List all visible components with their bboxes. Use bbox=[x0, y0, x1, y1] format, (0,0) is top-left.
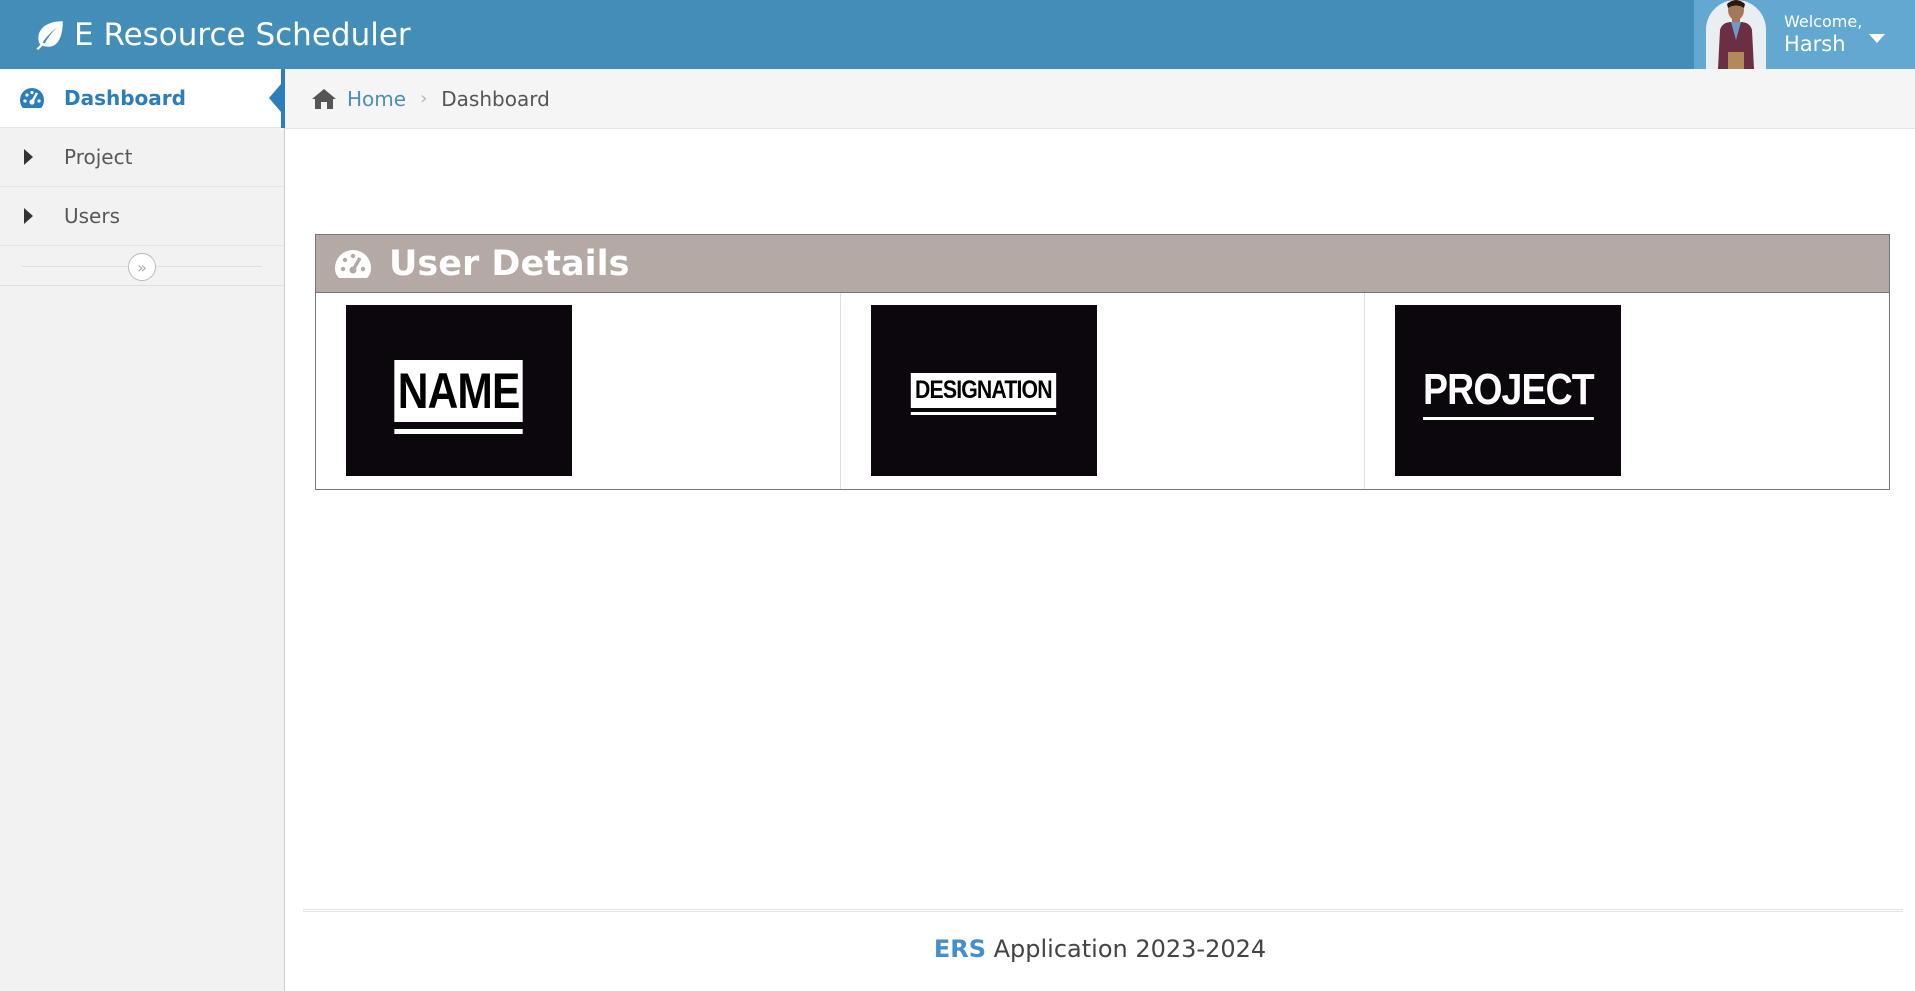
sidebar-item-label: Users bbox=[64, 204, 121, 228]
home-icon bbox=[312, 88, 336, 109]
tile-cell: PROJECT bbox=[1365, 293, 1889, 489]
sidebar-item-dashboard[interactable]: Dashboard bbox=[0, 69, 285, 128]
brand-link[interactable]: E Resource Scheduler bbox=[32, 0, 411, 69]
user-photo bbox=[1706, 0, 1766, 69]
sidebar-item-label: Dashboard bbox=[64, 86, 186, 110]
breadcrumb-current: Dashboard bbox=[441, 86, 550, 111]
tile-label: PROJECT bbox=[1422, 365, 1595, 420]
designation-tile[interactable]: DESIGNATION bbox=[870, 305, 1097, 476]
sidebar-item-project[interactable]: Project bbox=[0, 128, 284, 187]
widget-header: User Details bbox=[316, 235, 1889, 293]
project-tile[interactable]: PROJECT bbox=[1395, 305, 1622, 476]
widget-title: User Details bbox=[389, 243, 630, 284]
brand-title: E Resource Scheduler bbox=[74, 16, 411, 53]
user-name: Harsh bbox=[1784, 31, 1846, 56]
tachometer-icon bbox=[0, 86, 64, 110]
tile-cell: DESIGNATION bbox=[841, 293, 1366, 489]
user-menu[interactable]: Welcome, Harsh bbox=[1694, 0, 1915, 69]
breadcrumb-separator-icon: › bbox=[420, 88, 428, 109]
footer-brand: ERS bbox=[933, 935, 986, 963]
double-chevron-right-icon: » bbox=[137, 257, 147, 277]
caret-down-icon bbox=[1869, 34, 1885, 43]
tile-cell: NAME bbox=[316, 293, 841, 489]
widget-body: NAME DESIGNATION PROJECT bbox=[316, 293, 1889, 489]
user-details-widget: User Details NAME DESIGNATION PROJECT bbox=[315, 234, 1890, 490]
avatar bbox=[1706, 0, 1766, 69]
caret-right-icon bbox=[0, 149, 64, 165]
sidebar-item-users[interactable]: Users bbox=[0, 187, 284, 246]
welcome-text: Welcome, Harsh bbox=[1784, 12, 1863, 56]
tile-label: DESIGNATION bbox=[911, 373, 1057, 415]
footer: ERS Application 2023-2024 bbox=[285, 935, 1915, 963]
tachometer-icon bbox=[335, 249, 371, 278]
breadcrumb: Home › Dashboard bbox=[285, 69, 1915, 129]
sidebar-collapse: » bbox=[0, 246, 284, 286]
sidebar-item-label: Project bbox=[64, 145, 133, 169]
welcome-label: Welcome, bbox=[1784, 12, 1863, 32]
breadcrumb-home-link[interactable]: Home bbox=[347, 87, 406, 111]
leaf-icon bbox=[36, 20, 63, 50]
navbar: E Resource Scheduler Welcome, Harsh bbox=[0, 0, 1915, 69]
caret-right-icon bbox=[0, 208, 64, 224]
sidebar-collapse-button[interactable]: » bbox=[128, 253, 156, 281]
name-tile[interactable]: NAME bbox=[346, 305, 572, 476]
footer-text: Application 2023-2024 bbox=[993, 935, 1267, 963]
tile-label: NAME bbox=[394, 359, 524, 434]
footer-divider bbox=[303, 909, 1903, 912]
sidebar: Dashboard Project Users » bbox=[0, 69, 285, 991]
